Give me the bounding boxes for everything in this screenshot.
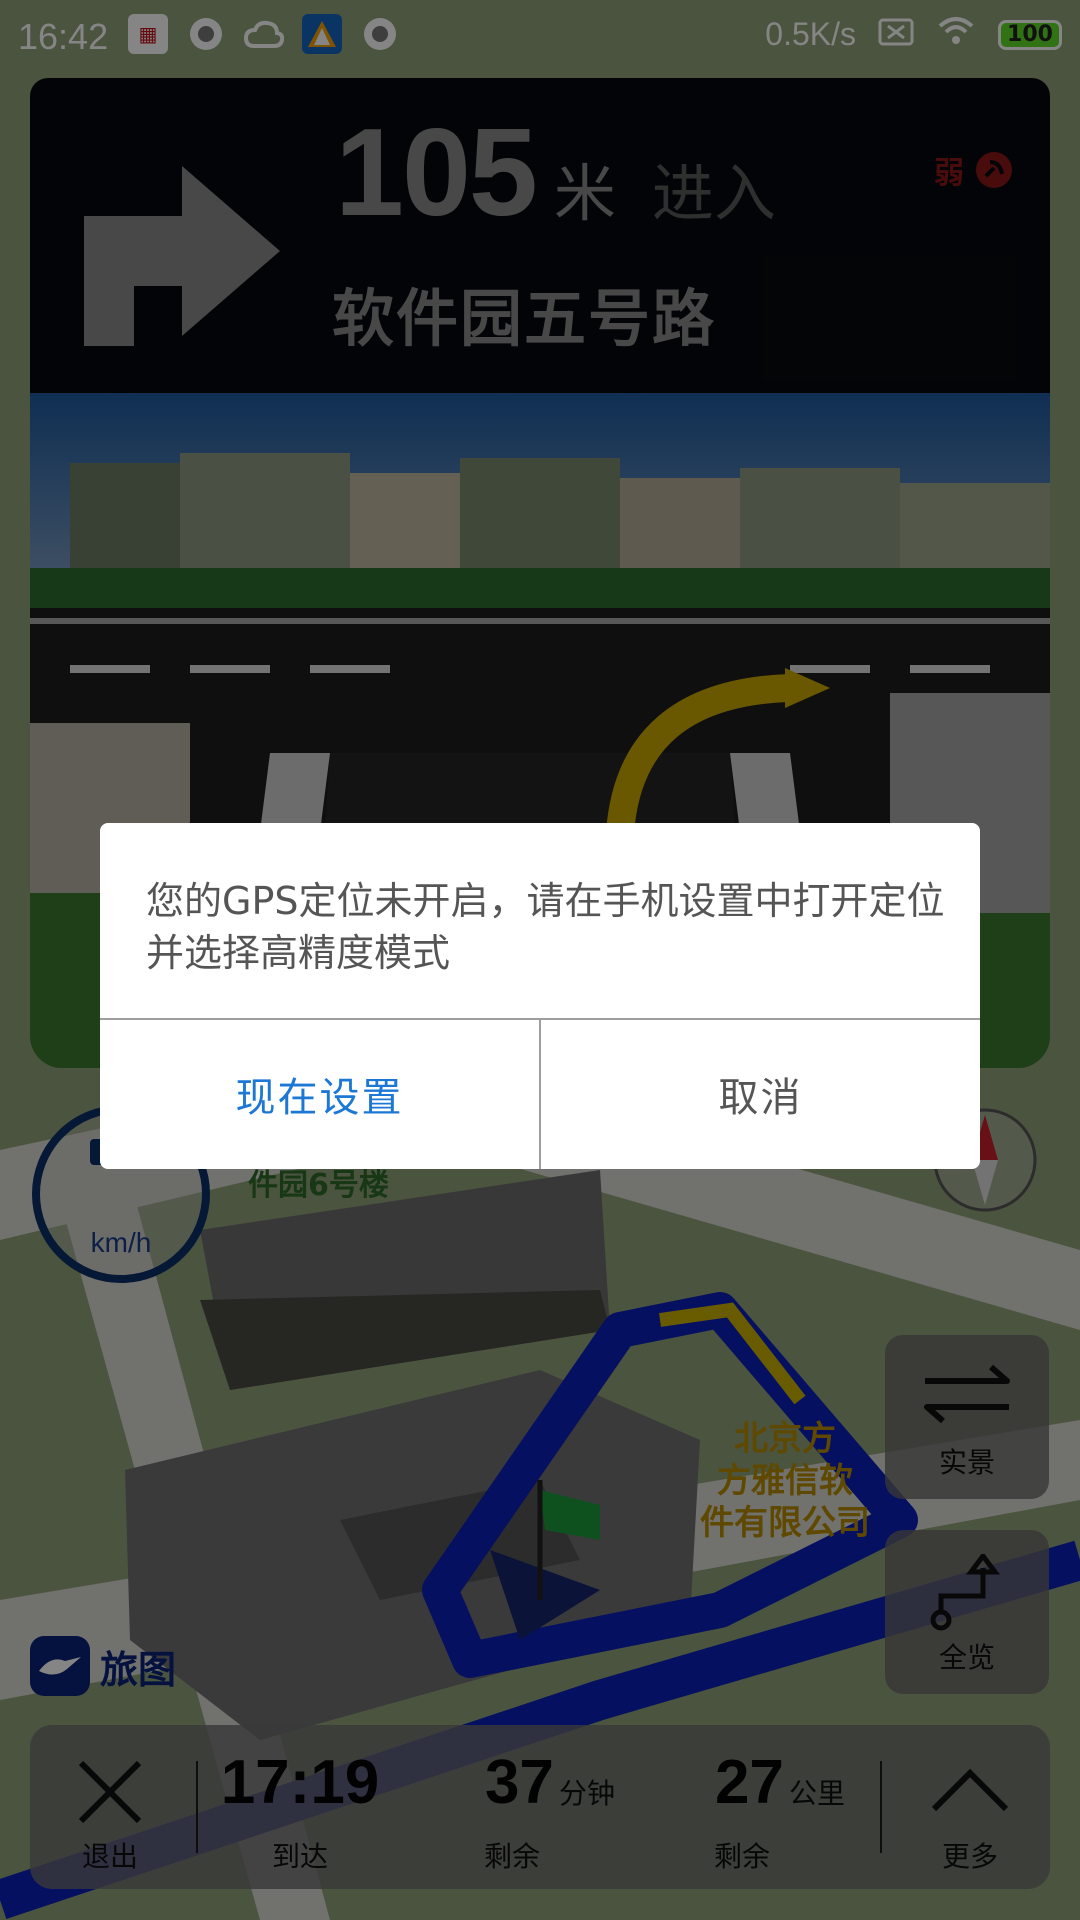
open-settings-button[interactable]: 现在设置 bbox=[100, 1019, 539, 1169]
gps-disabled-dialog: 您的GPS定位未开启，请在手机设置中打开定位并选择高精度模式 现在设置 取消 bbox=[100, 823, 980, 1169]
dialog-message: 您的GPS定位未开启，请在手机设置中打开定位并选择高精度模式 bbox=[146, 879, 945, 975]
cancel-button[interactable]: 取消 bbox=[541, 1019, 980, 1169]
